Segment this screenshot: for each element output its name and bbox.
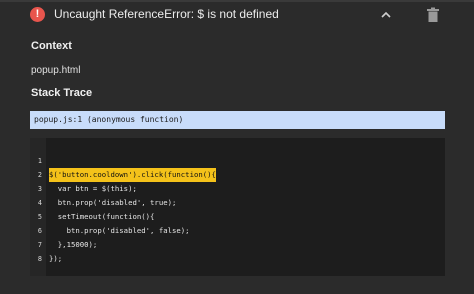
line-number: 8 xyxy=(37,255,42,263)
code-line: 4 setTimeout(function(){ xyxy=(30,182,445,221)
code-text: }); xyxy=(49,254,63,263)
chevron-up-icon[interactable] xyxy=(378,7,394,23)
stack-trace-heading: Stack Trace xyxy=(31,87,93,99)
error-header[interactable]: ! Uncaught ReferenceError: $ is not defi… xyxy=(0,2,474,28)
code-line: 2 var btn = $(this); xyxy=(30,154,445,193)
code-viewer: 1 $('button.cooldown').click(function(){… xyxy=(30,138,445,276)
code-line: 7 }); xyxy=(30,224,445,263)
code-line: 3 btn.prop('disabled', true); xyxy=(30,168,445,207)
code-line: 1 $('button.cooldown').click(function(){ xyxy=(30,140,445,182)
code-line: 8 xyxy=(30,238,445,263)
code-line: 6 },15000); xyxy=(30,210,445,249)
trash-icon[interactable] xyxy=(426,7,440,23)
code-line: 5 btn.prop('disabled', false); xyxy=(30,196,445,235)
error-title: Uncaught ReferenceError: $ is not define… xyxy=(54,7,279,21)
context-value: popup.html xyxy=(31,65,81,76)
stack-frame[interactable]: popup.js:1 (anonymous function) xyxy=(30,111,445,129)
context-heading: Context xyxy=(31,40,72,52)
error-icon: ! xyxy=(30,7,45,22)
